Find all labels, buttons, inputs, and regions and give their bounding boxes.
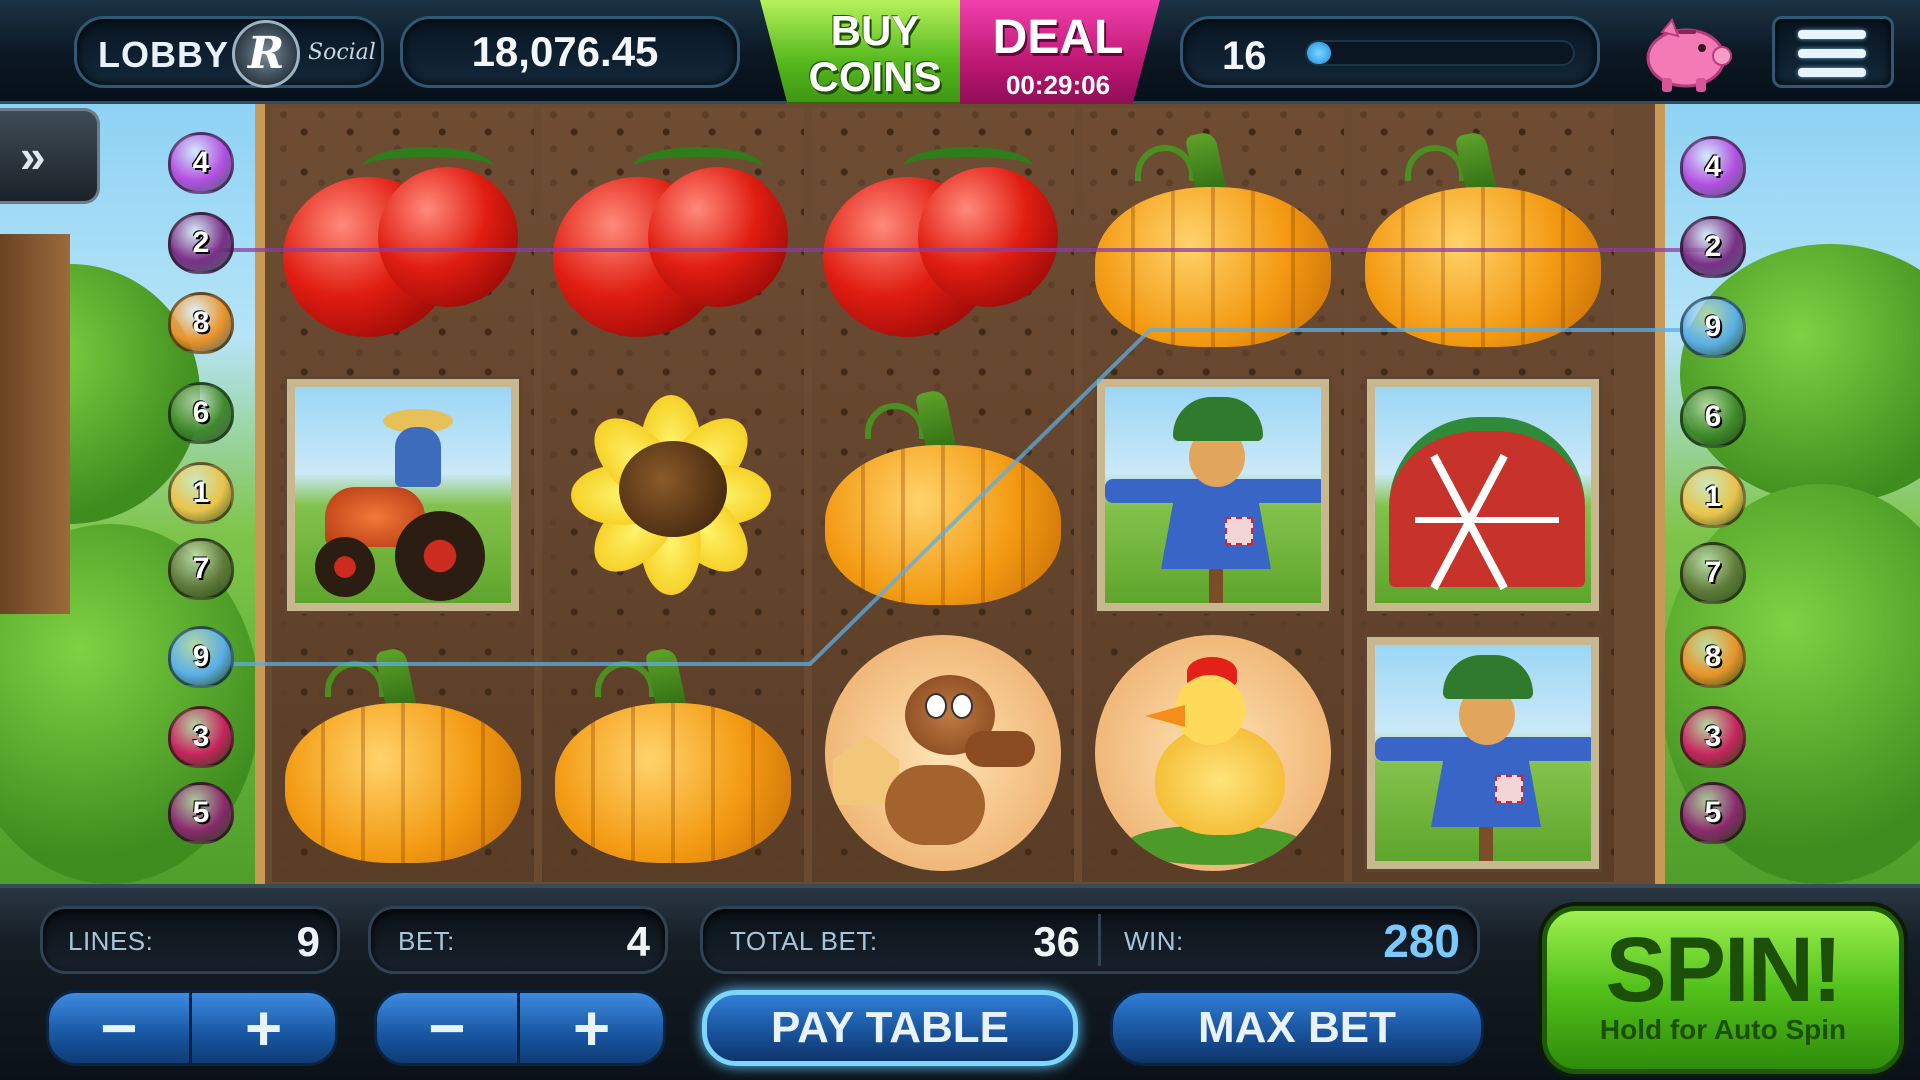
pay-table-button[interactable]: PAY TABLE xyxy=(702,990,1078,1066)
brand-logo-icon: R xyxy=(232,20,300,88)
total-bet-value: 36 xyxy=(1033,918,1080,965)
bet-stepper[interactable]: − + xyxy=(374,990,666,1066)
brand-logo-text: Social xyxy=(308,40,376,65)
symbol-scarecrow xyxy=(1082,366,1344,624)
payline-marker[interactable]: 1 xyxy=(168,462,234,524)
symbol-scarecrow xyxy=(1352,624,1614,882)
lines-value: 9 xyxy=(296,918,320,965)
lines-stepper[interactable]: − + xyxy=(46,990,338,1066)
lines-label: LINES: xyxy=(68,926,154,956)
piggy-bank-icon[interactable] xyxy=(1640,12,1732,94)
tree-trunk xyxy=(0,234,70,614)
reel-5 xyxy=(1352,108,1614,882)
symbol-tomato xyxy=(812,108,1074,366)
payline-marker[interactable]: 5 xyxy=(1680,782,1746,844)
symbol-pumpkin xyxy=(1352,108,1614,366)
symbol-pumpkin xyxy=(1082,108,1344,366)
symbol-barn xyxy=(1352,366,1614,624)
symbol-pumpkin xyxy=(272,624,534,882)
payline-marker[interactable]: 2 xyxy=(1680,216,1746,278)
lobby-button[interactable]: LOBBY xyxy=(98,34,229,76)
tractor-icon xyxy=(287,379,519,611)
pumpkin-icon xyxy=(1365,127,1601,347)
symbol-tomato xyxy=(542,108,804,366)
deal-label[interactable]: DEAL xyxy=(968,10,1148,65)
payline-marker[interactable]: 4 xyxy=(168,132,234,194)
symbol-pumpkin xyxy=(542,624,804,882)
scarecrow-icon xyxy=(1097,379,1329,611)
payline-marker[interactable]: 6 xyxy=(168,382,234,444)
lines-decrease-button[interactable]: − xyxy=(49,993,192,1063)
symbol-chicken xyxy=(1082,624,1344,882)
payline-marker[interactable]: 7 xyxy=(1680,542,1746,604)
payline-marker[interactable]: 5 xyxy=(168,782,234,844)
payline-marker[interactable]: 8 xyxy=(168,292,234,354)
top-bar: LOBBY R Social 18,076.45 BUY COINS DEAL … xyxy=(0,0,1920,106)
reel-4 xyxy=(1082,108,1344,882)
payline-marker[interactable]: 6 xyxy=(1680,386,1746,448)
barn-icon xyxy=(1367,379,1599,611)
symbol-tractor xyxy=(272,366,534,624)
bet-decrease-button[interactable]: − xyxy=(377,993,520,1063)
pumpkin-icon xyxy=(825,385,1061,605)
scarecrow-icon xyxy=(1367,637,1599,869)
xp-progress-bar xyxy=(1305,40,1575,66)
hamburger-menu-icon-bar[interactable] xyxy=(1798,49,1866,58)
spin-label[interactable]: SPIN! xyxy=(1542,918,1904,1023)
lines-increase-button[interactable]: + xyxy=(192,993,335,1063)
player-level: 16 xyxy=(1222,34,1267,78)
reel-3 xyxy=(812,108,1074,882)
bet-label: BET: xyxy=(398,926,455,956)
payline-marker[interactable]: 2 xyxy=(168,212,234,274)
symbol-tomato xyxy=(272,108,534,366)
max-bet-button[interactable]: MAX BET xyxy=(1110,990,1484,1066)
dog-icon xyxy=(825,635,1061,871)
tomato-icon xyxy=(283,127,523,347)
payline-marker[interactable]: 7 xyxy=(168,538,234,600)
xp-progress-fill xyxy=(1307,42,1331,64)
buy-coins-label[interactable]: BUY COINS xyxy=(800,8,950,100)
total-bet-label: TOTAL BET: xyxy=(730,926,878,956)
hamburger-menu-icon[interactable] xyxy=(1798,30,1866,39)
win-value: 280 xyxy=(1383,915,1460,967)
symbol-sunflower xyxy=(542,366,804,624)
symbol-dog xyxy=(812,624,1074,882)
chicken-icon xyxy=(1095,635,1331,871)
sunflower-icon xyxy=(563,385,783,605)
pumpkin-icon xyxy=(285,643,521,863)
tomato-icon xyxy=(823,127,1063,347)
payline-marker[interactable]: 9 xyxy=(1680,296,1746,358)
payline-marker[interactable]: 8 xyxy=(1680,626,1746,688)
spin-hold-hint[interactable]: Hold for Auto Spin xyxy=(1542,1014,1904,1046)
deal-timer: 00:29:06 xyxy=(1005,70,1111,100)
payline-marker[interactable]: 1 xyxy=(1680,466,1746,528)
pumpkin-icon xyxy=(1095,127,1331,347)
divider xyxy=(1098,914,1101,966)
bet-value: 4 xyxy=(626,918,650,965)
bet-increase-button[interactable]: + xyxy=(520,993,663,1063)
payline-marker[interactable]: 3 xyxy=(1680,706,1746,768)
payline-marker[interactable]: 4 xyxy=(1680,136,1746,198)
hamburger-menu-icon-bar[interactable] xyxy=(1798,68,1866,77)
payline-marker[interactable]: 3 xyxy=(168,706,234,768)
reel-1 xyxy=(272,108,534,882)
tomato-icon xyxy=(553,127,793,347)
pumpkin-icon xyxy=(555,643,791,863)
side-panel-toggle[interactable]: » xyxy=(0,108,100,204)
double-chevron-right-icon[interactable]: » xyxy=(20,129,45,183)
reel-2 xyxy=(542,108,804,882)
bush-right-1 xyxy=(1680,244,1920,504)
payline-marker[interactable]: 9 xyxy=(168,626,234,688)
symbol-pumpkin xyxy=(812,366,1074,624)
win-label: WIN: xyxy=(1124,926,1184,956)
coin-balance: 18,076.45 xyxy=(471,28,659,75)
